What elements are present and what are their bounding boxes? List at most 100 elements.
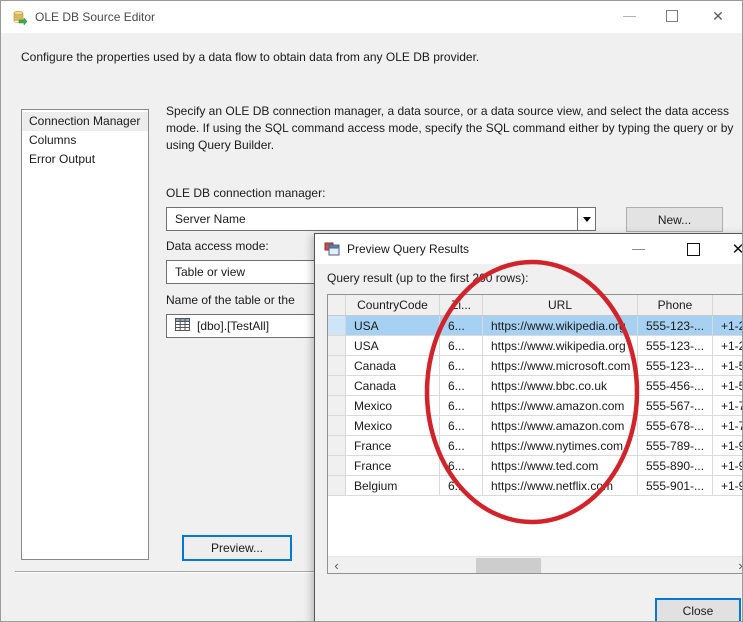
table-cell[interactable]: Canada: [346, 356, 440, 375]
table-cell[interactable]: +1-23: [713, 336, 743, 355]
horizontal-scrollbar[interactable]: ‹ ›: [328, 556, 743, 573]
table-cell[interactable]: USA: [346, 316, 440, 335]
table-cell[interactable]: 555-456-...: [638, 376, 713, 395]
table-cell[interactable]: https://www.wikipedia.org: [483, 336, 638, 355]
close-button[interactable]: Close: [655, 598, 741, 622]
sidebar-item-error-output[interactable]: Error Output: [22, 150, 148, 169]
table-cell[interactable]: 555-567-...: [638, 396, 713, 415]
table-row[interactable]: France6...https://www.ted.com555-890-...…: [328, 456, 743, 476]
table-name-value: [dbo].[TestAll]: [197, 319, 269, 333]
table-cell[interactable]: 6...: [440, 376, 483, 395]
row-header-cell[interactable]: [328, 336, 346, 355]
row-header-cell[interactable]: [328, 356, 346, 375]
query-result-label: Query result (up to the first 200 rows):: [327, 271, 528, 285]
table-cell[interactable]: +1-78: [713, 416, 743, 435]
column-header[interactable]: USP: [713, 295, 743, 315]
table-cell[interactable]: 6...: [440, 356, 483, 375]
column-header[interactable]: Phone: [638, 295, 713, 315]
table-cell[interactable]: https://www.ted.com: [483, 456, 638, 475]
table-cell[interactable]: 6...: [440, 416, 483, 435]
minimize-icon[interactable]: [614, 1, 644, 31]
table-cell[interactable]: 6...: [440, 436, 483, 455]
main-dialog-title: OLE DB Source Editor: [35, 10, 155, 24]
table-cell[interactable]: +1-56: [713, 376, 743, 395]
new-connection-button[interactable]: New...: [626, 207, 723, 232]
table-cell[interactable]: https://www.wikipedia.org: [483, 316, 638, 335]
table-cell[interactable]: 6...: [440, 476, 483, 495]
results-grid: CountryCodeZi...URLPhoneUSP USA6...https…: [327, 294, 743, 574]
column-header[interactable]: Zi...: [440, 295, 483, 315]
database-icon: [11, 9, 27, 25]
table-cell[interactable]: +1-90: [713, 476, 743, 495]
table-row[interactable]: Mexico6...https://www.amazon.com555-567-…: [328, 396, 743, 416]
table-row[interactable]: USA6...https://www.wikipedia.org555-123-…: [328, 316, 743, 336]
column-header[interactable]: CountryCode: [346, 295, 440, 315]
table-row[interactable]: France6...https://www.nytimes.com555-789…: [328, 436, 743, 456]
table-cell[interactable]: https://www.nytimes.com: [483, 436, 638, 455]
table-cell[interactable]: France: [346, 456, 440, 475]
preview-titlebar: Preview Query Results ✕: [315, 234, 743, 264]
dialog-description: Configure the properties used by a data …: [21, 50, 726, 64]
row-header-cell[interactable]: [328, 476, 346, 495]
panel-help-text: Specify an OLE DB connection manager, a …: [166, 103, 743, 154]
table-cell[interactable]: Mexico: [346, 416, 440, 435]
close-icon[interactable]: ✕: [703, 1, 733, 31]
table-cell[interactable]: 6...: [440, 316, 483, 335]
table-cell[interactable]: 555-890-...: [638, 456, 713, 475]
table-cell[interactable]: 555-678-...: [638, 416, 713, 435]
sidebar-item-columns[interactable]: Columns: [22, 131, 148, 150]
table-row[interactable]: USA6...https://www.wikipedia.org555-123-…: [328, 336, 743, 356]
table-cell[interactable]: +1-90: [713, 456, 743, 475]
table-cell[interactable]: +1-90: [713, 436, 743, 455]
table-cell[interactable]: https://www.bbc.co.uk: [483, 376, 638, 395]
table-row[interactable]: Mexico6...https://www.amazon.com555-678-…: [328, 416, 743, 436]
table-cell[interactable]: 6...: [440, 336, 483, 355]
scroll-left-icon[interactable]: ‹: [328, 557, 345, 574]
table-cell[interactable]: 555-789-...: [638, 436, 713, 455]
row-header-cell[interactable]: [328, 376, 346, 395]
sidebar-item-connection-manager[interactable]: Connection Manager: [22, 112, 148, 131]
table-row[interactable]: Belgium6...https://www.netflix.com555-90…: [328, 476, 743, 496]
row-header-cell[interactable]: [328, 456, 346, 475]
row-header-cell[interactable]: [328, 416, 346, 435]
maximize-icon[interactable]: [678, 234, 708, 264]
table-cell[interactable]: +1-23: [713, 316, 743, 335]
connection-manager-value: Server Name: [167, 212, 577, 226]
table-cell[interactable]: Mexico: [346, 396, 440, 415]
table-row[interactable]: Canada6...https://www.microsoft.com555-1…: [328, 356, 743, 376]
pages-listbox: Connection Manager Columns Error Output: [21, 109, 149, 560]
table-row[interactable]: Canada6...https://www.bbc.co.uk555-456-.…: [328, 376, 743, 396]
table-cell[interactable]: https://www.microsoft.com: [483, 356, 638, 375]
table-cell[interactable]: 555-123-...: [638, 336, 713, 355]
table-cell[interactable]: 6...: [440, 456, 483, 475]
preview-button[interactable]: Preview...: [182, 535, 292, 561]
table-cell[interactable]: France: [346, 436, 440, 455]
chevron-down-icon[interactable]: [577, 208, 595, 230]
table-cell[interactable]: +1-56: [713, 356, 743, 375]
table-cell[interactable]: 555-123-...: [638, 356, 713, 375]
main-titlebar: OLE DB Source Editor ✕: [1, 1, 742, 33]
table-body: USA6...https://www.wikipedia.org555-123-…: [328, 316, 743, 496]
row-header-cell[interactable]: [328, 396, 346, 415]
table-cell[interactable]: 6...: [440, 396, 483, 415]
table-header-row: CountryCodeZi...URLPhoneUSP: [328, 295, 743, 316]
table-cell[interactable]: https://www.netflix.com: [483, 476, 638, 495]
table-cell[interactable]: 555-901-...: [638, 476, 713, 495]
connection-manager-combobox[interactable]: Server Name: [166, 207, 596, 231]
maximize-icon[interactable]: [657, 1, 687, 31]
form-window-icon: [324, 241, 340, 257]
table-cell[interactable]: USA: [346, 336, 440, 355]
column-header[interactable]: URL: [483, 295, 638, 315]
table-cell[interactable]: +1-78: [713, 396, 743, 415]
close-icon[interactable]: ✕: [723, 234, 743, 264]
table-cell[interactable]: Belgium: [346, 476, 440, 495]
table-cell[interactable]: Canada: [346, 376, 440, 395]
scrollbar-thumb[interactable]: [476, 558, 541, 573]
minimize-icon[interactable]: [623, 234, 653, 264]
scroll-right-icon[interactable]: ›: [732, 557, 743, 574]
row-header-cell[interactable]: [328, 316, 346, 335]
table-cell[interactable]: https://www.amazon.com: [483, 416, 638, 435]
row-header-cell[interactable]: [328, 436, 346, 455]
table-cell[interactable]: https://www.amazon.com: [483, 396, 638, 415]
table-cell[interactable]: 555-123-...: [638, 316, 713, 335]
